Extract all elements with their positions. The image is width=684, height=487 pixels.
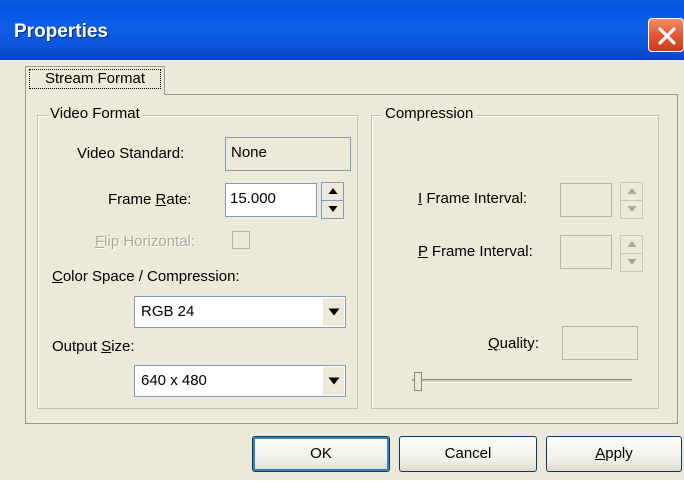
cancel-button[interactable]: Cancel bbox=[399, 436, 537, 472]
tab-focus-rect bbox=[29, 69, 161, 89]
quality-field bbox=[562, 326, 638, 360]
arrow-up-icon bbox=[627, 241, 636, 248]
arrow-down-icon bbox=[627, 259, 636, 266]
p-frame-interval-input[interactable] bbox=[560, 235, 612, 269]
output-size-dropdown-button[interactable] bbox=[322, 367, 344, 395]
p-frame-interval-spinner[interactable] bbox=[620, 235, 643, 272]
color-space-value: RGB 24 bbox=[141, 303, 195, 320]
arrow-up-icon bbox=[328, 188, 337, 195]
quality-slider-thumb[interactable] bbox=[414, 372, 422, 391]
color-space-dropdown-button[interactable] bbox=[322, 298, 344, 326]
compression-group bbox=[371, 115, 659, 409]
compression-legend: Compression bbox=[382, 105, 477, 122]
i-frame-up-button[interactable] bbox=[621, 183, 642, 201]
quality-slider-track[interactable] bbox=[412, 379, 632, 383]
output-size-dropdown[interactable]: 640 x 480 bbox=[134, 365, 346, 397]
arrow-down-icon bbox=[627, 206, 636, 213]
arrow-up-icon bbox=[627, 188, 636, 195]
i-frame-interval-spinner[interactable] bbox=[620, 182, 643, 219]
p-frame-up-button[interactable] bbox=[621, 236, 642, 254]
frame-rate-value: 15.000 bbox=[230, 190, 276, 207]
i-frame-interval-label: I Frame Interval: bbox=[418, 190, 528, 207]
video-standard-label: Video Standard: bbox=[77, 145, 185, 162]
output-size-value: 640 x 480 bbox=[141, 372, 207, 389]
chevron-down-icon bbox=[328, 308, 339, 316]
video-standard-value: None bbox=[231, 144, 267, 161]
output-size-label: Output Size: bbox=[52, 338, 135, 355]
arrow-down-icon bbox=[328, 206, 337, 213]
i-frame-interval-input[interactable] bbox=[560, 183, 612, 217]
color-space-label: Color Space / Compression: bbox=[52, 268, 240, 285]
close-button[interactable] bbox=[648, 18, 684, 52]
color-space-dropdown[interactable]: RGB 24 bbox=[134, 296, 346, 328]
close-icon bbox=[658, 27, 676, 45]
flip-horizontal-checkbox[interactable] bbox=[232, 231, 250, 249]
p-frame-down-button[interactable] bbox=[621, 254, 642, 272]
frame-rate-label: Frame Rate: bbox=[108, 191, 192, 208]
title-bar[interactable]: Properties bbox=[0, 0, 684, 60]
chevron-down-icon bbox=[328, 377, 339, 385]
video-format-legend: Video Format bbox=[47, 105, 143, 122]
ok-button[interactable]: OK bbox=[252, 436, 390, 472]
window-title: Properties bbox=[14, 21, 108, 42]
i-frame-down-button[interactable] bbox=[621, 201, 642, 219]
frame-rate-down-button[interactable] bbox=[322, 201, 343, 219]
frame-rate-spinner[interactable] bbox=[321, 182, 344, 219]
flip-horizontal-label: Flip Horizontal: bbox=[95, 233, 196, 250]
window-bottom-edge bbox=[0, 480, 684, 487]
quality-label: Quality: bbox=[488, 335, 539, 352]
p-frame-interval-label: P Frame Interval: bbox=[418, 243, 533, 260]
apply-button[interactable]: Apply bbox=[546, 436, 682, 472]
frame-rate-up-button[interactable] bbox=[322, 183, 343, 201]
frame-rate-input[interactable]: 15.000 bbox=[225, 183, 317, 217]
video-standard-field: None bbox=[225, 137, 351, 171]
